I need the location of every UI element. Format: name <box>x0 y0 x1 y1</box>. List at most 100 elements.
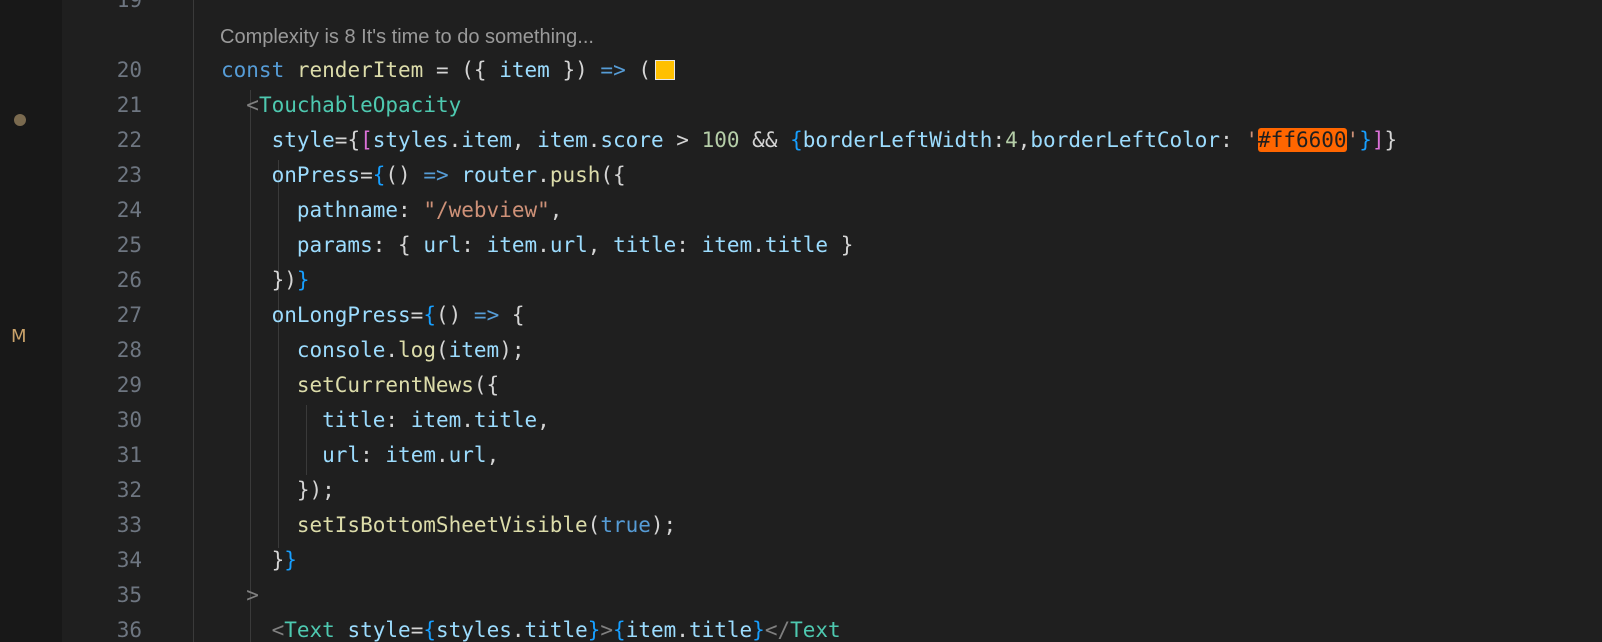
code-line[interactable]: 22 style={[styles.item, item.score > 100… <box>0 122 1602 158</box>
code-line[interactable]: 31 url: item.url, <box>0 437 1602 473</box>
token: push <box>549 163 601 187</box>
token: style <box>347 618 411 642</box>
token: && <box>752 128 778 152</box>
code-text[interactable]: }); <box>221 472 335 508</box>
token: ( <box>435 338 449 362</box>
token: = <box>410 618 424 642</box>
token: } <box>752 618 765 642</box>
line-number: 31 <box>116 443 142 467</box>
token: item <box>448 338 500 362</box>
token: } <box>1384 128 1398 152</box>
code-text[interactable]: title: item.title, <box>221 402 550 438</box>
token: > <box>600 618 614 642</box>
line-number: 33 <box>116 513 142 537</box>
code-text[interactable]: > <box>221 577 259 613</box>
token: log <box>398 338 436 362</box>
token: item <box>537 128 588 152</box>
code-text[interactable]: params: { url: item.url, title: item.tit… <box>221 227 854 263</box>
code-lens-text[interactable]: Complexity is 8 It's time to do somethin… <box>220 19 594 55</box>
code-line[interactable]: 21 <TouchableOpacity <box>0 87 1602 123</box>
token: } <box>840 233 854 257</box>
line-number: 25 <box>116 233 142 257</box>
code-text[interactable]: }} <box>221 542 297 578</box>
code-line[interactable]: 27 onLongPress={() => { <box>0 297 1602 333</box>
code-line[interactable]: 23 onPress={() => router.push({ <box>0 157 1602 193</box>
token: => <box>423 163 449 187</box>
token: : <box>992 128 1006 152</box>
token: item <box>499 58 550 82</box>
code-text[interactable]: onPress={() => router.push({ <box>221 157 626 193</box>
token: Text <box>790 618 841 642</box>
line-number: 22 <box>116 128 142 152</box>
code-text[interactable]: console.log(item); <box>221 332 525 368</box>
token: 100 <box>701 128 740 152</box>
token: = <box>435 58 449 82</box>
token: item <box>461 128 512 152</box>
code-text[interactable]: url: item.url, <box>221 437 499 473</box>
token: ({ <box>600 163 626 187</box>
token: . <box>537 163 550 187</box>
token: item <box>410 408 462 432</box>
token: url <box>448 443 487 467</box>
code-lens[interactable]: Complexity is 8 It's time to do somethin… <box>0 19 1602 55</box>
token: . <box>752 233 765 257</box>
line-number: 20 <box>116 58 142 82</box>
color-hex-highlight[interactable]: #ff6600 <box>1258 128 1347 152</box>
token: < <box>246 93 259 117</box>
token: : <box>1220 128 1233 152</box>
token: => <box>473 303 500 327</box>
token: ] <box>1371 128 1385 152</box>
code-line[interactable]: 28 console.log(item); <box>0 332 1602 368</box>
token: } <box>284 548 297 572</box>
token: . <box>537 233 550 257</box>
token: ' <box>1245 128 1259 152</box>
token: params <box>296 233 373 257</box>
line-number: 30 <box>116 408 142 432</box>
code-text[interactable]: setCurrentNews({ <box>221 367 499 403</box>
token: title <box>524 618 588 642</box>
code-text[interactable]: style={[styles.item, item.score > 100 &&… <box>221 122 1397 158</box>
code-line[interactable]: 33 setIsBottomSheetVisible(true); <box>0 507 1602 543</box>
token: score <box>600 128 664 152</box>
token: ={ <box>334 128 361 152</box>
line-number: 34 <box>116 548 142 572</box>
line-number: 36 <box>116 618 142 642</box>
code-text[interactable]: <TouchableOpacity <box>221 87 461 123</box>
line-number: 19 <box>116 0 142 12</box>
token: ( <box>587 513 601 537</box>
token: : <box>398 198 411 222</box>
code-line[interactable]: 36 <Text style={styles.title}>{item.titl… <box>0 612 1602 642</box>
code-line[interactable]: 35 > <box>0 577 1602 613</box>
token: onPress <box>271 163 361 187</box>
code-line[interactable]: 32 }); <box>0 472 1602 508</box>
token: setCurrentNews <box>296 373 474 397</box>
token: const <box>221 58 285 82</box>
token: 4 <box>1005 128 1018 152</box>
code-line[interactable]: 29 setCurrentNews({ <box>0 367 1602 403</box>
code-line[interactable]: 25 params: { url: item.url, title: item.… <box>0 227 1602 263</box>
code-text[interactable]: pathname: "/webview", <box>221 192 563 228</box>
code-text[interactable]: setIsBottomSheetVisible(true); <box>221 507 676 543</box>
token: { <box>613 618 626 642</box>
code-line[interactable]: 24 pathname: "/webview", <box>0 192 1602 228</box>
code-text[interactable]: })} <box>221 262 310 298</box>
code-line[interactable]: 26 })} <box>0 262 1602 298</box>
token: TouchableOpacity <box>258 93 462 117</box>
token: ); <box>499 338 525 362</box>
token: router <box>461 163 538 187</box>
code-text[interactable]: onLongPress={() => { <box>221 297 525 333</box>
color-swatch-icon[interactable] <box>655 60 676 80</box>
code-line[interactable]: 19 <box>0 0 1602 18</box>
token: . <box>461 408 474 432</box>
token: ' <box>1346 128 1360 152</box>
line-number: 32 <box>116 478 142 502</box>
code-editor[interactable]: M 19 Complexity is 8 It's time to do som… <box>0 0 1602 642</box>
code-line[interactable]: 30 title: item.title, <box>0 402 1602 438</box>
code-text[interactable]: <Text style={styles.title}>{item.title}<… <box>221 612 841 642</box>
code-line[interactable]: 34 }} <box>0 542 1602 578</box>
code-text[interactable]: const renderItem = ({ item }) => ( <box>221 52 676 88</box>
code-line[interactable]: 20 const renderItem = ({ item }) => ( <box>0 52 1602 88</box>
token: borderLeftColor <box>1030 128 1221 152</box>
token: } <box>296 268 310 292</box>
line-number: 21 <box>116 93 142 117</box>
